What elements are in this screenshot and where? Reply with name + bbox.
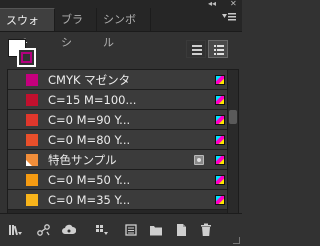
swatch-color-chip — [26, 74, 38, 86]
swatch-row[interactable]: C=0 M=80 Y... — [8, 130, 227, 150]
swatch-row[interactable]: 特色サンプル — [8, 150, 227, 170]
panel-menu-icon[interactable] — [222, 12, 236, 25]
swatches-panel: ◂◂ ✕ スウォッチ ブラシ シンボル — [0, 0, 242, 246]
swatch-color-chip — [26, 94, 38, 106]
swatch-kinds-menu-icon[interactable] — [95, 223, 109, 237]
swatch-color-chip — [26, 174, 38, 186]
process-color-icon — [215, 195, 225, 205]
close-icon[interactable]: ✕ — [230, 0, 237, 8]
swatch-color-chip — [26, 134, 38, 146]
fill-stroke-indicator[interactable] — [8, 39, 36, 67]
process-color-icon — [215, 115, 225, 125]
stroke-swatch[interactable] — [17, 48, 36, 67]
swatch-row[interactable]: CMYK マゼンタ — [8, 70, 227, 90]
resize-grip[interactable] — [233, 237, 240, 244]
swatch-options-icon[interactable] — [124, 223, 138, 237]
place-swatches-icon[interactable] — [37, 223, 51, 237]
swatch-name: CMYK マゼンタ — [48, 73, 131, 87]
collapse-icon[interactable]: ◂◂ — [208, 0, 216, 8]
swatch-name: C=0 M=80 Y... — [48, 133, 131, 147]
swatch-row[interactable]: C=0 M=35 Y... — [8, 190, 227, 210]
swatch-row[interactable]: C=0 M=50 Y... — [8, 170, 227, 190]
cc-libraries-icon[interactable] — [62, 223, 76, 237]
process-color-icon — [215, 135, 225, 145]
swatch-color-chip — [26, 194, 38, 206]
swatch-name: C=0 M=90 Y... — [48, 113, 131, 127]
swatch-list[interactable]: CMYK マゼンタ C=15 M=100... C=0 M=90 Y... C=… — [7, 69, 228, 215]
list-view-button[interactable] — [186, 40, 206, 58]
spot-color-corner-icon — [26, 160, 32, 166]
thumbnail-grid-icon — [214, 45, 224, 55]
swatch-color-chip — [26, 114, 38, 126]
large-list-view-button[interactable] — [208, 40, 228, 58]
bottom-toolbar — [0, 213, 242, 246]
panel-title-bar: ◂◂ ✕ — [0, 0, 242, 8]
process-color-icon — [215, 155, 225, 165]
swatch-row[interactable]: C=0 M=90 Y... — [8, 110, 227, 130]
delete-swatch-icon[interactable] — [199, 223, 213, 237]
swatch-color-chip — [26, 154, 38, 166]
new-color-group-icon[interactable] — [149, 223, 163, 237]
swatch-name: C=15 M=100... — [48, 93, 137, 107]
process-color-icon — [215, 75, 225, 85]
swatch-list-scrollbar[interactable] — [227, 69, 239, 215]
stroke-color-indicator — [21, 52, 32, 63]
tab-brushes[interactable]: ブラシ — [55, 8, 97, 49]
scrollbar-thumb[interactable] — [229, 110, 237, 124]
spot-color-icon — [194, 155, 204, 165]
process-color-icon — [215, 95, 225, 105]
new-swatch-icon[interactable] — [174, 223, 188, 237]
small-list-icon — [192, 45, 202, 55]
tab-swatches[interactable]: スウォッチ — [0, 8, 55, 50]
swatch-name: 特色サンプル — [48, 153, 117, 167]
process-color-icon — [215, 175, 225, 185]
swatch-name: C=0 M=35 Y... — [48, 193, 131, 207]
swatch-row[interactable]: C=15 M=100... — [8, 90, 227, 110]
tab-symbols[interactable]: シンボル — [97, 8, 151, 49]
swatch-name: C=0 M=50 Y... — [48, 173, 131, 187]
tab-bar: スウォッチ ブラシ シンボル — [0, 8, 242, 50]
swatch-library-menu-icon[interactable] — [8, 223, 22, 237]
